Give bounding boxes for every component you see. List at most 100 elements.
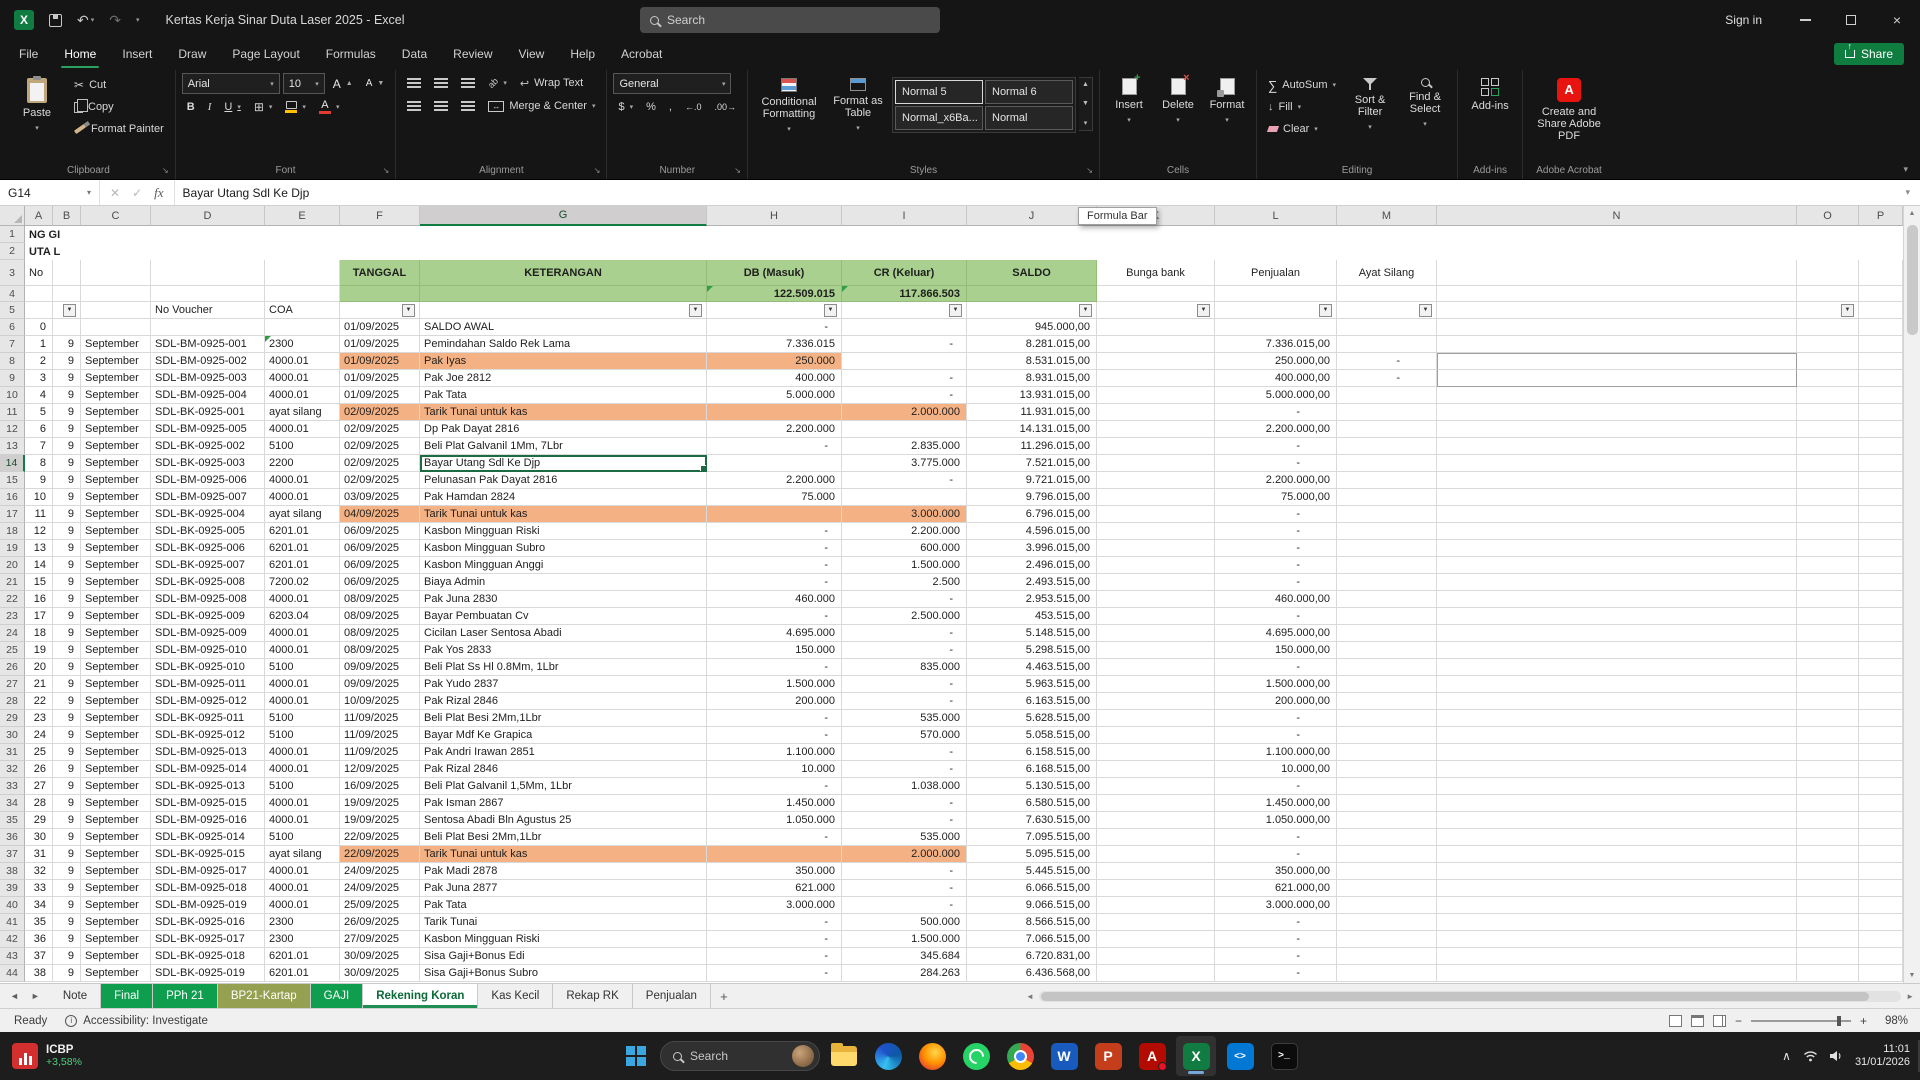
cell-B9[interactable]: 9 — [53, 370, 81, 387]
cell-A34[interactable]: 28 — [25, 795, 53, 812]
cell-E31[interactable]: 4000.01 — [265, 744, 340, 761]
cut-button[interactable]: ✂Cut — [69, 75, 169, 95]
cell-D6[interactable] — [151, 319, 265, 336]
cell-L8[interactable]: 250.000,00 — [1215, 353, 1337, 370]
cell-C18[interactable]: September — [81, 523, 151, 540]
cell-M41[interactable] — [1337, 914, 1437, 931]
cell-P13[interactable] — [1859, 438, 1903, 455]
cell-O42[interactable] — [1797, 931, 1859, 948]
cell-D32[interactable]: SDL-BM-0925-014 — [151, 761, 265, 778]
cell-O30[interactable] — [1797, 727, 1859, 744]
prev-sheet-icon[interactable]: ◄ — [10, 991, 19, 1001]
header-cr-keluar[interactable]: CR (Keluar) — [842, 260, 967, 286]
cell-K19[interactable] — [1097, 540, 1215, 557]
cell-G19[interactable]: Kasbon Mingguan Subro — [420, 540, 707, 557]
cell-K28[interactable] — [1097, 693, 1215, 710]
fill-color-button[interactable]: ▾ — [280, 97, 311, 117]
create-share-adobe-pdf-button[interactable]: A Create and Share Adobe PDF — [1529, 73, 1609, 142]
cell-L28[interactable]: 200.000,00 — [1215, 693, 1337, 710]
sign-in-button[interactable]: Sign in — [1705, 0, 1782, 40]
cell-E44[interactable]: 6201.01 — [265, 965, 340, 982]
cell-C44[interactable]: September — [81, 965, 151, 982]
cell-A32[interactable]: 26 — [25, 761, 53, 778]
cell-E21[interactable]: 7200.02 — [265, 574, 340, 591]
cell-I15[interactable]: - — [842, 472, 967, 489]
taskbar-app-whatsapp[interactable] — [956, 1036, 996, 1076]
cell-A44[interactable]: 38 — [25, 965, 53, 982]
cell-M28[interactable] — [1337, 693, 1437, 710]
cell-A9[interactable]: 3 — [25, 370, 53, 387]
cell-H26[interactable]: - — [707, 659, 842, 676]
row-header-39[interactable]: 39 — [0, 880, 25, 897]
cell-G29[interactable]: Beli Plat Besi 2Mm,1Lbr — [420, 710, 707, 727]
cell-F13[interactable]: 02/09/2025 — [340, 438, 420, 455]
cell-F28[interactable]: 10/09/2025 — [340, 693, 420, 710]
clear-button[interactable]: Clear▾ — [1263, 119, 1341, 139]
cell-G24[interactable]: Cicilan Laser Sentosa Abadi — [420, 625, 707, 642]
gallery-up-button[interactable]: ▲ — [1082, 81, 1089, 88]
redo-button[interactable]: ↷ — [109, 12, 121, 29]
cell-C25[interactable]: September — [81, 642, 151, 659]
filter-cell-f[interactable]: ▼ — [340, 302, 420, 319]
cell-I18[interactable]: 2.200.000 — [842, 523, 967, 540]
wrap-text-button[interactable]: ↩Wrap Text — [515, 73, 588, 93]
cell-J41[interactable]: 8.566.515,00 — [967, 914, 1097, 931]
cell-I43[interactable]: 345.684 — [842, 948, 967, 965]
cell-E29[interactable]: 5100 — [265, 710, 340, 727]
cell-A24[interactable]: 18 — [25, 625, 53, 642]
cell-M23[interactable] — [1337, 608, 1437, 625]
cell-C8[interactable]: September — [81, 353, 151, 370]
zoom-slider-thumb[interactable] — [1837, 1016, 1841, 1026]
cell-F42[interactable]: 27/09/2025 — [340, 931, 420, 948]
cell-E26[interactable]: 5100 — [265, 659, 340, 676]
cell-A16[interactable]: 10 — [25, 489, 53, 506]
cell-E33[interactable]: 5100 — [265, 778, 340, 795]
cell-A13[interactable]: 7 — [25, 438, 53, 455]
cell-P43[interactable] — [1859, 948, 1903, 965]
cell-B33[interactable]: 9 — [53, 778, 81, 795]
save-button[interactable] — [49, 14, 62, 27]
style-normal-x6ba[interactable]: Normal_x6Ba... — [895, 106, 983, 130]
filter-no-voucher[interactable]: No Voucher — [151, 302, 265, 319]
cell-H43[interactable]: - — [707, 948, 842, 965]
grid-cell[interactable] — [25, 286, 53, 302]
vertical-scrollbar[interactable]: ▲ ▼ — [1903, 206, 1920, 983]
cell-D11[interactable]: SDL-BK-0925-001 — [151, 404, 265, 421]
cell-H30[interactable]: - — [707, 727, 842, 744]
cell-M38[interactable] — [1337, 863, 1437, 880]
cell-E14[interactable]: 2200 — [265, 455, 340, 472]
cell-K24[interactable] — [1097, 625, 1215, 642]
cell-D42[interactable]: SDL-BK-0925-017 — [151, 931, 265, 948]
taskbar-search[interactable]: Search — [660, 1041, 820, 1071]
cell-K34[interactable] — [1097, 795, 1215, 812]
cell-J33[interactable]: 5.130.515,00 — [967, 778, 1097, 795]
ribbon-tab-acrobat[interactable]: Acrobat — [608, 40, 675, 68]
row-header-14[interactable]: 14 — [0, 455, 25, 472]
cell-P23[interactable] — [1859, 608, 1903, 625]
cell-I24[interactable]: - — [842, 625, 967, 642]
cell-A23[interactable]: 17 — [25, 608, 53, 625]
cell-N38[interactable] — [1437, 863, 1797, 880]
cell-P10[interactable] — [1859, 387, 1903, 404]
cell-B7[interactable]: 9 — [53, 336, 81, 353]
cell-K44[interactable] — [1097, 965, 1215, 982]
cell-D29[interactable]: SDL-BK-0925-011 — [151, 710, 265, 727]
cell-I29[interactable]: 535.000 — [842, 710, 967, 727]
cell-O44[interactable] — [1797, 965, 1859, 982]
cell-A19[interactable]: 13 — [25, 540, 53, 557]
cell-N35[interactable] — [1437, 812, 1797, 829]
row-header-37[interactable]: 37 — [0, 846, 25, 863]
sheet-tab-note[interactable]: Note — [50, 984, 101, 1008]
sheet-tab-rekening-koran[interactable]: Rekening Koran — [363, 984, 478, 1008]
cell-P44[interactable] — [1859, 965, 1903, 982]
header-tanggal[interactable]: TANGGAL — [340, 260, 420, 286]
vertical-scroll-thumb[interactable] — [1907, 225, 1918, 335]
cell-O34[interactable] — [1797, 795, 1859, 812]
ribbon-tab-insert[interactable]: Insert — [109, 40, 165, 68]
column-header-F[interactable]: F — [340, 206, 420, 226]
cell-F37[interactable]: 22/09/2025 — [340, 846, 420, 863]
filter-cell-j[interactable]: ▼ — [967, 302, 1097, 319]
cell-C40[interactable]: September — [81, 897, 151, 914]
cell-B34[interactable]: 9 — [53, 795, 81, 812]
cell-A6[interactable]: 0 — [25, 319, 53, 336]
